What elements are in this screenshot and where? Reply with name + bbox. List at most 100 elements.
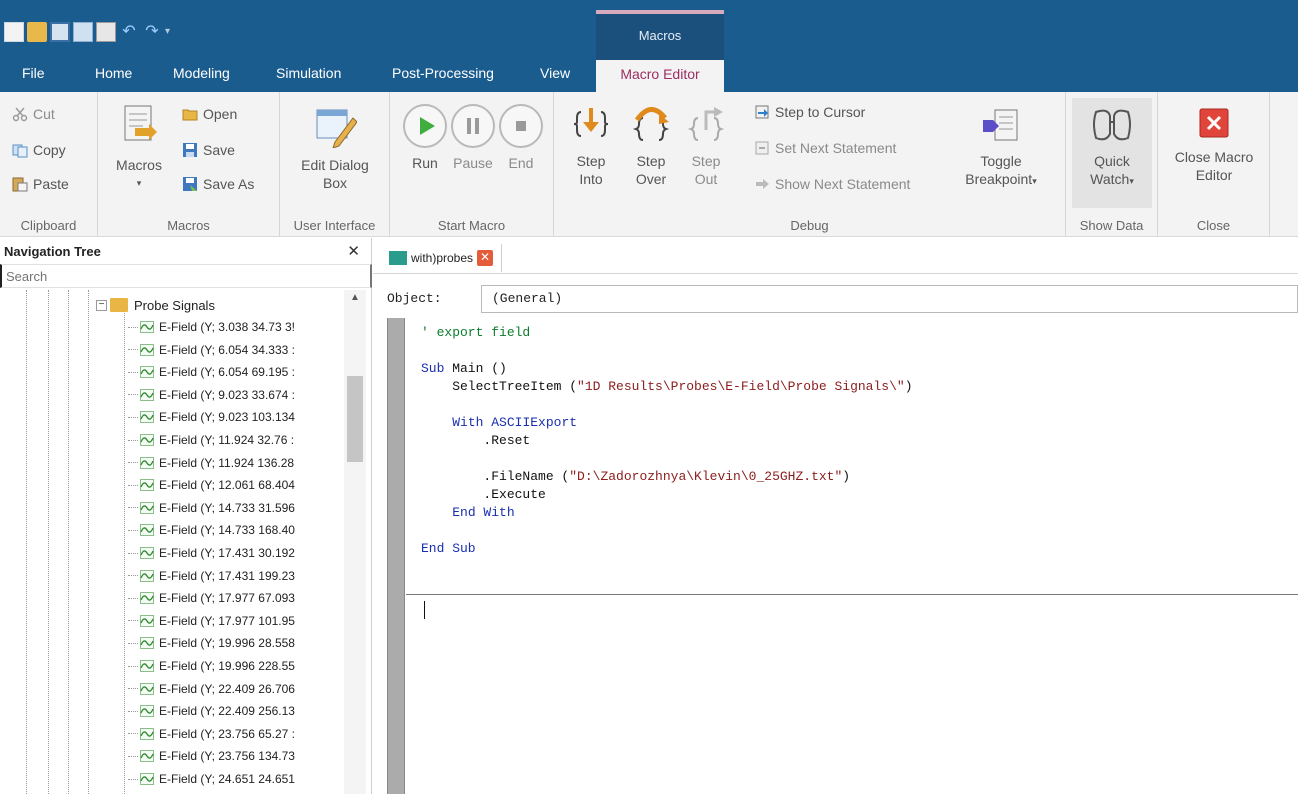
- tree-item-probe[interactable]: E-Field (Y; 3.038 34.73 3!: [128, 316, 295, 338]
- save-icon[interactable]: [50, 22, 70, 42]
- copy-button[interactable]: Copy: [12, 142, 66, 158]
- tree-item-probe[interactable]: E-Field (Y; 17.977 101.95: [128, 610, 295, 632]
- tree-item-probe[interactable]: E-Field (Y; 12.061 68.404: [128, 474, 295, 496]
- tree-item-probe[interactable]: E-Field (Y; 14.733 31.596: [128, 497, 295, 519]
- step-over-button[interactable]: Step Over: [626, 104, 676, 188]
- tree-item-label: E-Field (Y; 14.733 168.40: [159, 523, 295, 538]
- toggle-breakpoint-button[interactable]: Toggle Breakpoint▾: [956, 106, 1046, 190]
- code-token: ): [904, 379, 913, 394]
- save-button[interactable]: Save: [182, 142, 235, 158]
- tree-item-label: E-Field (Y; 22.409 256.13: [159, 704, 295, 719]
- procedure-separator: [406, 594, 1298, 595]
- code-token: "D:\Zadorozhnya\Klevin\0_25GHZ.txt": [569, 469, 843, 484]
- menu-modeling[interactable]: Modeling: [173, 60, 230, 86]
- copy-label: Copy: [33, 142, 66, 158]
- tree-item-probe[interactable]: E-Field (Y; 14.733 168.40: [128, 519, 295, 541]
- quick-watch-button[interactable]: Quick Watch▾: [1072, 98, 1152, 208]
- scrollbar-thumb[interactable]: [347, 376, 363, 462]
- probe-signal-icon: [140, 614, 154, 627]
- probe-signal-icon: [140, 773, 154, 785]
- menu-macro-editor[interactable]: Macro Editor: [596, 60, 724, 92]
- open-button[interactable]: Open: [182, 106, 237, 122]
- menu-simulation[interactable]: Simulation: [276, 60, 341, 86]
- tree-item-probe[interactable]: E-Field (Y; 23.756 134.73: [128, 745, 295, 767]
- menu-post-processing[interactable]: Post-Processing: [392, 60, 494, 86]
- paste-button[interactable]: Paste: [12, 176, 69, 192]
- code-area[interactable]: ' export field Sub Main () SelectTreeItem…: [373, 318, 1298, 794]
- tree-item-probe[interactable]: E-Field (Y; 19.996 28.558: [128, 632, 295, 654]
- code-text[interactable]: ' export field Sub Main () SelectTreeItem…: [421, 324, 913, 558]
- code-token: .Reset: [421, 433, 531, 448]
- edit-dialog-label-2: Box: [322, 175, 348, 191]
- macros-button-label: Macros: [116, 157, 162, 173]
- tree-item-probe[interactable]: E-Field (Y; 17.977 67.093: [128, 587, 295, 609]
- step-into-button[interactable]: Step Into: [566, 104, 616, 188]
- tree-search-input[interactable]: [0, 264, 372, 288]
- run-button[interactable]: Run: [400, 104, 450, 172]
- pause-button[interactable]: Pause: [448, 104, 498, 172]
- set-next-statement-button[interactable]: Set Next Statement: [754, 140, 896, 156]
- print-icon[interactable]: [96, 22, 116, 42]
- end-button[interactable]: End: [496, 104, 546, 172]
- probe-signal-icon: [140, 637, 154, 650]
- document-tab[interactable]: with)probes ✕: [389, 244, 503, 272]
- tree-item-label: E-Field (Y; 12.061 68.404: [159, 478, 295, 493]
- tree-item-probe[interactable]: E-Field (Y; 6.054 34.333 :: [128, 339, 295, 361]
- close-icon[interactable]: ✕: [347, 242, 360, 260]
- clipboard-group-label: Clipboard: [20, 218, 77, 233]
- step-to-cursor-button[interactable]: Step to Cursor: [754, 104, 865, 120]
- close-tab-icon[interactable]: ✕: [477, 250, 494, 266]
- tree-branch-line: [128, 710, 138, 712]
- paste-icon: [12, 177, 28, 192]
- step-to-cursor-icon: [755, 105, 769, 119]
- code-line: .Execute: [421, 486, 913, 504]
- new-icon[interactable]: [4, 22, 24, 42]
- menu-home[interactable]: Home: [95, 60, 132, 86]
- menu-view[interactable]: View: [540, 60, 570, 86]
- probe-signal-icon: [140, 321, 154, 333]
- tree-scrollbar[interactable]: ▲: [344, 290, 366, 794]
- tree-item-probe[interactable]: E-Field (Y; 23.756 65.27 :: [128, 723, 295, 745]
- probe-signal-icon: [140, 727, 154, 740]
- cut-button[interactable]: Cut: [12, 106, 55, 122]
- navigation-tree-header: Navigation Tree ✕: [0, 238, 372, 262]
- breakpoint-margin[interactable]: [387, 318, 405, 794]
- redo-icon[interactable]: ↷: [142, 22, 162, 42]
- tree-item-probe[interactable]: E-Field (Y; 22.409 26.706: [128, 678, 295, 700]
- clipboard-group: Cut Copy Paste Clipboard: [0, 92, 98, 237]
- tree-item-probe[interactable]: E-Field (Y; 22.409 256.13: [128, 700, 295, 722]
- edit-dialog-box-button[interactable]: Edit Dialog Box: [280, 102, 390, 192]
- open-icon[interactable]: [27, 22, 47, 42]
- tree-branch-line: [128, 326, 138, 328]
- tree-item-probe[interactable]: E-Field (Y; 24.651 24.651: [128, 768, 295, 790]
- tree-item-probe[interactable]: E-Field (Y; 11.924 136.28: [128, 452, 294, 474]
- object-select[interactable]: (General): [481, 285, 1298, 313]
- tree-item-probe[interactable]: E-Field (Y; 9.023 33.674 :: [128, 384, 295, 406]
- copy-icon[interactable]: [73, 22, 93, 42]
- tree-item-probe[interactable]: E-Field (Y; 19.996 228.55: [128, 655, 295, 677]
- save-as-button[interactable]: Save As: [182, 176, 254, 192]
- tree-node-probe-signals[interactable]: − Probe Signals: [96, 294, 215, 316]
- code-token: .FileName (: [421, 469, 570, 484]
- tree-item-probe[interactable]: E-Field (Y; 6.054 69.195 :: [128, 361, 295, 383]
- tree-branch-line: [128, 394, 138, 396]
- customize-dropdown-icon[interactable]: ▾: [165, 22, 185, 42]
- show-next-statement-button[interactable]: Show Next Statement: [754, 176, 910, 192]
- menu-file[interactable]: File: [22, 60, 45, 86]
- scroll-up-icon[interactable]: ▲: [344, 292, 366, 303]
- macros-icon: [124, 105, 157, 141]
- undo-icon[interactable]: ↶: [119, 22, 139, 42]
- step-out-button[interactable]: Step Out: [684, 104, 728, 188]
- context-tab-macros: Macros: [596, 10, 724, 60]
- collapse-icon[interactable]: −: [96, 299, 107, 311]
- tree-item-probe[interactable]: E-Field (Y; 9.023 103.134: [128, 406, 295, 428]
- tree-item-label: E-Field (Y; 19.996 228.55: [159, 659, 295, 673]
- tree-item-probe[interactable]: E-Field (Y; 17.431 199.23: [128, 565, 295, 587]
- tree-item-probe[interactable]: E-Field (Y; 11.924 32.76 :: [128, 429, 294, 451]
- macros-button[interactable]: Macros ▾: [110, 102, 168, 192]
- tree-branch-line: [128, 642, 138, 644]
- macro-file-icon: [389, 251, 407, 265]
- tree-item-probe[interactable]: E-Field (Y; 17.431 30.192: [128, 542, 295, 564]
- close-macro-editor-button[interactable]: Close Macro Editor: [1158, 106, 1270, 184]
- code-token: ' export field: [421, 325, 531, 340]
